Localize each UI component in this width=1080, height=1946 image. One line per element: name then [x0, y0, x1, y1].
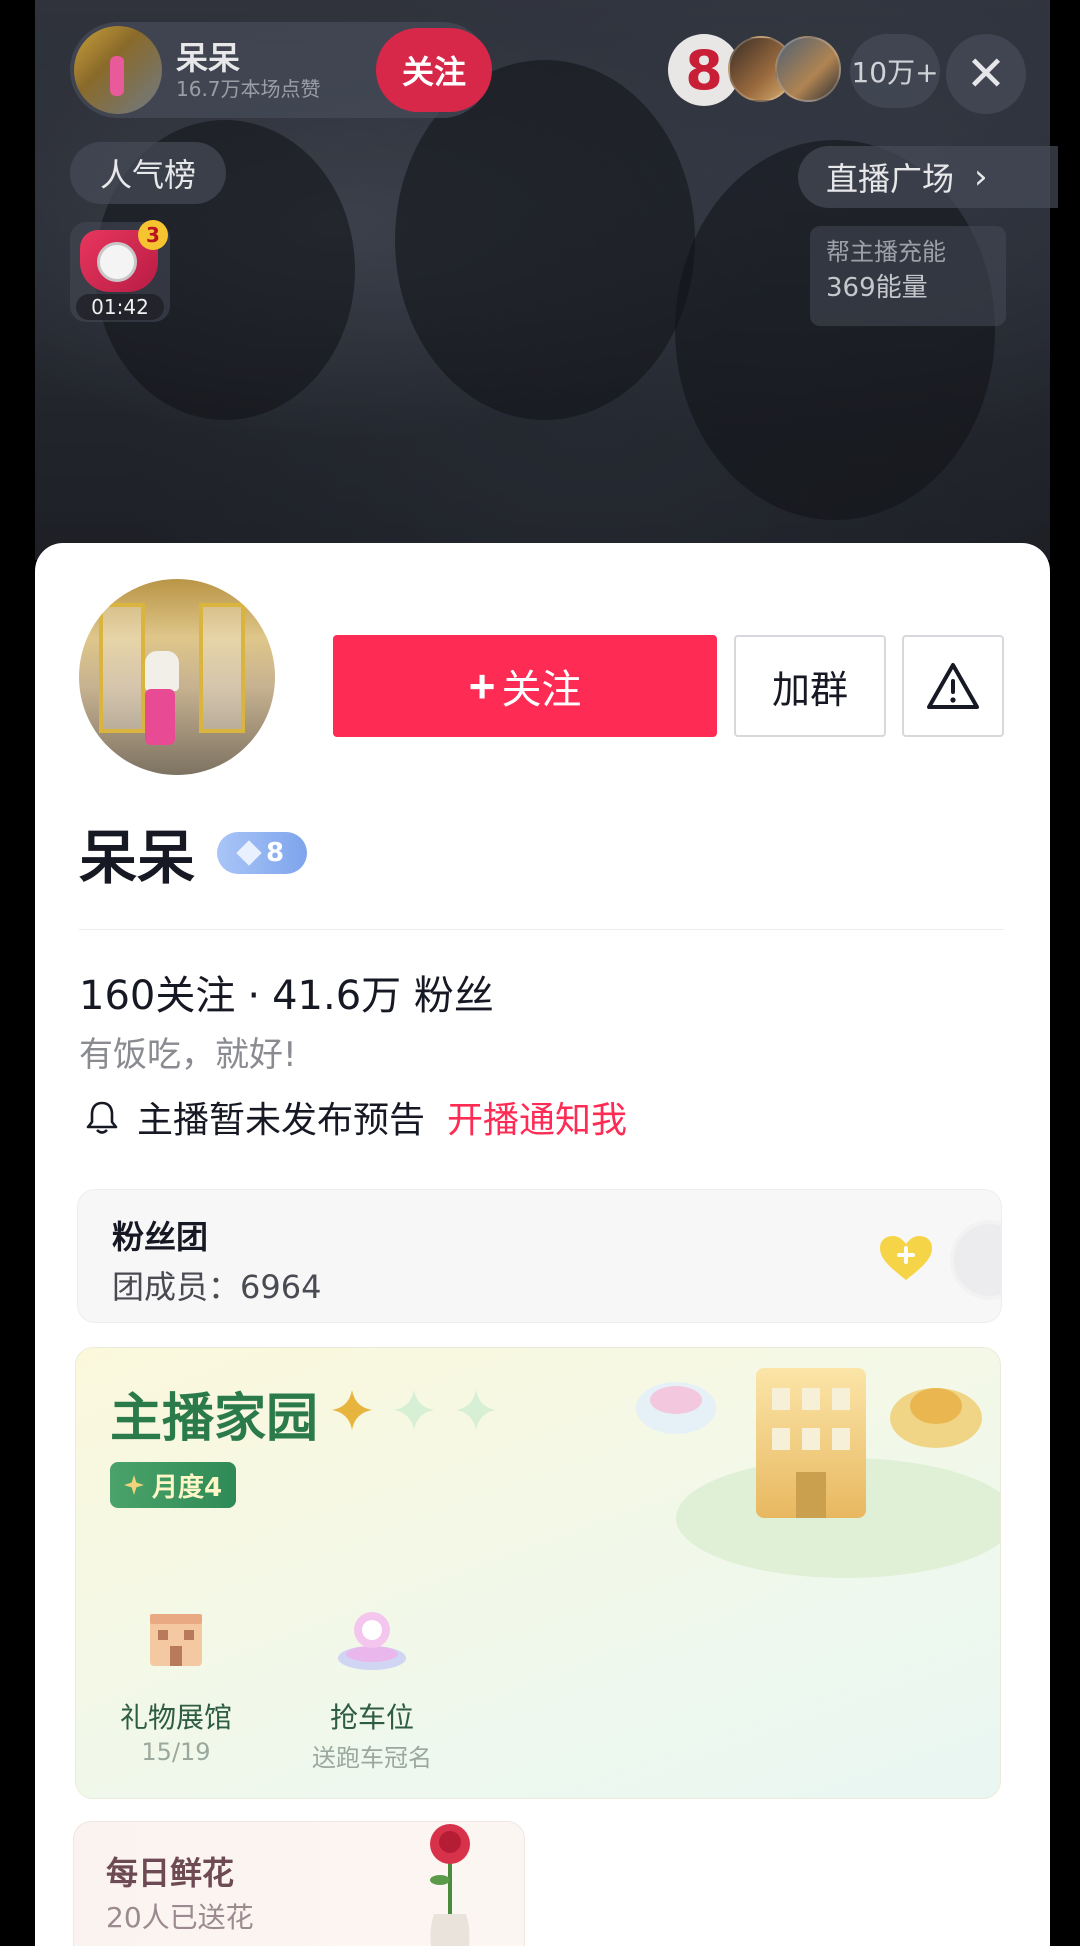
gift-gallery-label: 礼物展馆: [119, 1701, 232, 1734]
gift-gallery-icon: [150, 1614, 202, 1666]
daily-flower-title: 每日鲜花: [106, 1854, 235, 1892]
profile-sheet: + 关注 加群 呆呆 8 160关注 · 41.6万 粉丝 有饭吃，就好! 主播暂未…: [35, 543, 1050, 1946]
gift-count-badge: 3: [138, 220, 168, 250]
follow-host-button[interactable]: 关注: [376, 28, 492, 112]
parking-spot-item[interactable]: 抢车位 送跑车冠名: [282, 1598, 462, 1773]
clock-icon: [97, 242, 137, 282]
follow-button[interactable]: + 关注: [333, 635, 717, 737]
host-name: 呆呆: [176, 38, 241, 77]
profile-name: 呆呆: [79, 824, 196, 892]
popularity-rank-button[interactable]: 人气榜: [70, 142, 226, 204]
star-icon: [124, 1475, 144, 1495]
monthly-level-badge: 月度4: [110, 1462, 237, 1508]
close-icon[interactable]: ✕: [946, 34, 1026, 114]
host-avatar[interactable]: [74, 26, 162, 114]
gift-box-widget[interactable]: 3 01:42: [70, 220, 170, 322]
live-square-button[interactable]: 直播广场 ›: [798, 146, 1058, 208]
level-number: 8: [265, 838, 285, 868]
host-home-card[interactable]: 主播家园 月度4 礼物展馆 15/19 抢车位 送跑车冠名: [75, 1347, 1001, 1799]
star-icon: [332, 1390, 372, 1430]
star-icon: [456, 1390, 496, 1430]
level-badge[interactable]: 8: [217, 832, 308, 874]
parking-spot-label: 抢车位: [329, 1701, 414, 1734]
host-home-title: 主播家园: [110, 1389, 319, 1449]
fans-count[interactable]: 41.6万: [272, 973, 401, 1019]
fans-label[interactable]: 粉丝: [414, 973, 494, 1019]
notify-me-link[interactable]: 开播通知我: [447, 1091, 627, 1143]
fan-club-card[interactable]: 粉丝团 团成员：6964: [77, 1189, 1002, 1323]
plus-icon: +: [468, 660, 496, 712]
host-likes: 16.7万本场点赞: [176, 77, 321, 102]
heart-plus-icon[interactable]: [878, 1234, 934, 1282]
home-star-rating: [330, 1388, 498, 1432]
warning-triangle-icon: [927, 663, 979, 709]
parking-spot-sub: 送跑车冠名: [312, 1744, 432, 1772]
parking-spot-icon: [338, 1612, 406, 1670]
join-group-button[interactable]: 加群: [734, 635, 886, 737]
follow-button-label: 关注: [501, 668, 582, 712]
fan-club-members: 团成员：6964: [112, 1268, 322, 1306]
report-button[interactable]: [902, 635, 1004, 737]
profile-avatar[interactable]: [79, 579, 275, 775]
fan-badge-icon: [950, 1220, 1001, 1300]
home-building-illustration: [636, 1368, 1000, 1578]
follow-stats: 160关注 · 41.6万 粉丝: [79, 963, 494, 1021]
gift-gallery-item[interactable]: 礼物展馆 15/19: [86, 1598, 266, 1766]
gift-timer: 01:42: [76, 294, 164, 320]
live-square-label: 直播广场: [826, 160, 955, 198]
following-label[interactable]: 关注: [155, 973, 235, 1019]
rose-vase-icon: [430, 1824, 470, 1946]
daily-flower-sub: 20人已送花: [106, 1901, 254, 1934]
stats-separator: ·: [247, 973, 261, 1019]
notice-text: 主播暂未发布预告: [137, 1100, 426, 1141]
energy-value: 369能量: [826, 272, 928, 303]
live-notice-row: 主播暂未发布预告 开播通知我: [85, 1091, 627, 1143]
following-count[interactable]: 160: [79, 973, 155, 1019]
viewer-avatar[interactable]: [775, 36, 841, 102]
daily-flower-card[interactable]: 每日鲜花 20人已送花: [73, 1821, 525, 1946]
bell-icon: [86, 1101, 118, 1134]
divider: [79, 929, 1004, 930]
fan-club-title: 粉丝团: [112, 1218, 209, 1256]
star-icon: [394, 1390, 434, 1430]
profile-bio: 有饭吃，就好!: [79, 1035, 297, 1075]
host-info-pill[interactable]: 呆呆 16.7万本场点赞 关注: [70, 22, 492, 118]
gift-gallery-progress: 15/19: [141, 1738, 211, 1766]
viewer-count[interactable]: 10万+: [850, 34, 940, 108]
chevron-right-icon: ›: [974, 157, 988, 197]
diamond-icon: [236, 840, 262, 866]
energy-widget[interactable]: 帮主播充能 369能量: [810, 226, 1006, 326]
energy-label: 帮主播充能: [826, 238, 946, 266]
